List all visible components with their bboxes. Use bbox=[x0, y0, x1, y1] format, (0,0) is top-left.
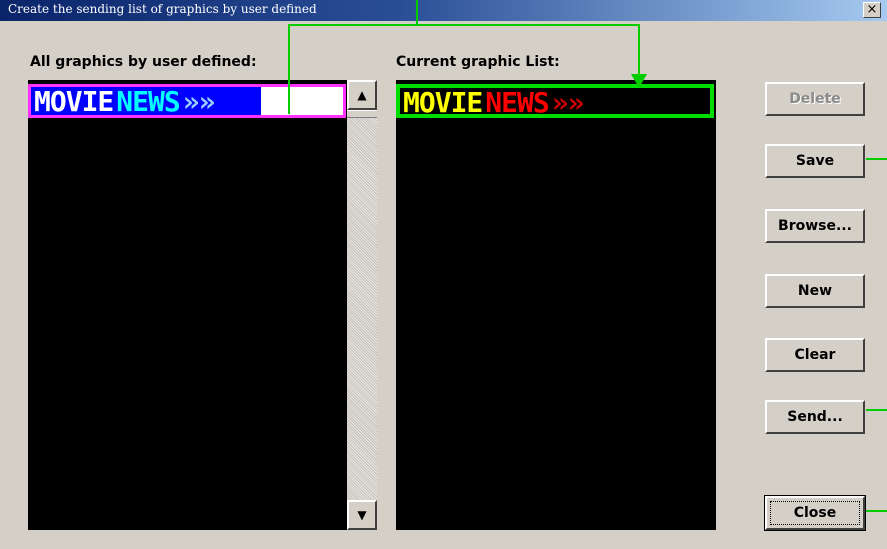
scroll-down-button[interactable]: ▼ bbox=[347, 500, 377, 530]
graphic-word-movie: MOVIE bbox=[34, 85, 114, 118]
callout-arrow-icon bbox=[631, 74, 647, 88]
list-item[interactable]: MOVIE NEWS»» bbox=[28, 84, 346, 118]
scroll-up-button[interactable]: ▲ bbox=[347, 80, 377, 110]
close-button[interactable]: Close bbox=[764, 495, 866, 531]
callout-send bbox=[866, 409, 887, 411]
window-title: Create the sending list of graphics by u… bbox=[8, 2, 317, 16]
callout-line-top bbox=[416, 0, 418, 24]
send-button[interactable]: Send... bbox=[765, 400, 865, 434]
graphic-word-news: NEWS bbox=[116, 85, 180, 118]
current-graphic-listbox[interactable] bbox=[396, 80, 716, 530]
callout-line-left bbox=[288, 24, 290, 114]
save-button[interactable]: Save bbox=[765, 144, 865, 178]
scroll-thumb[interactable] bbox=[347, 110, 377, 118]
new-button[interactable]: New bbox=[765, 274, 865, 308]
browse-button[interactable]: Browse... bbox=[765, 209, 865, 243]
current-list-label: Current graphic List: bbox=[396, 54, 560, 70]
graphic-word-news: NEWS bbox=[485, 86, 549, 118]
item-highlight bbox=[261, 87, 343, 115]
title-bar: Create the sending list of graphics by u… bbox=[0, 0, 887, 21]
delete-button[interactable]: Delete bbox=[765, 82, 865, 116]
callout-save bbox=[866, 158, 887, 160]
graphic-arrows: »» bbox=[551, 86, 585, 118]
list-item[interactable]: MOVIE NEWS»» bbox=[396, 84, 714, 118]
callout-line-right bbox=[638, 24, 640, 78]
graphic-arrows: »» bbox=[182, 85, 216, 118]
close-window-button[interactable]: × bbox=[863, 2, 881, 18]
left-list-scrollbar[interactable]: ▲ ▼ bbox=[347, 80, 377, 530]
graphic-word-movie: MOVIE bbox=[403, 86, 483, 118]
all-graphics-listbox[interactable] bbox=[28, 80, 348, 530]
callout-close bbox=[866, 510, 887, 512]
all-graphics-label: All graphics by user defined: bbox=[30, 54, 257, 70]
focus-rect bbox=[770, 501, 860, 525]
clear-button[interactable]: Clear bbox=[765, 338, 865, 372]
callout-line-horizontal bbox=[288, 24, 640, 26]
